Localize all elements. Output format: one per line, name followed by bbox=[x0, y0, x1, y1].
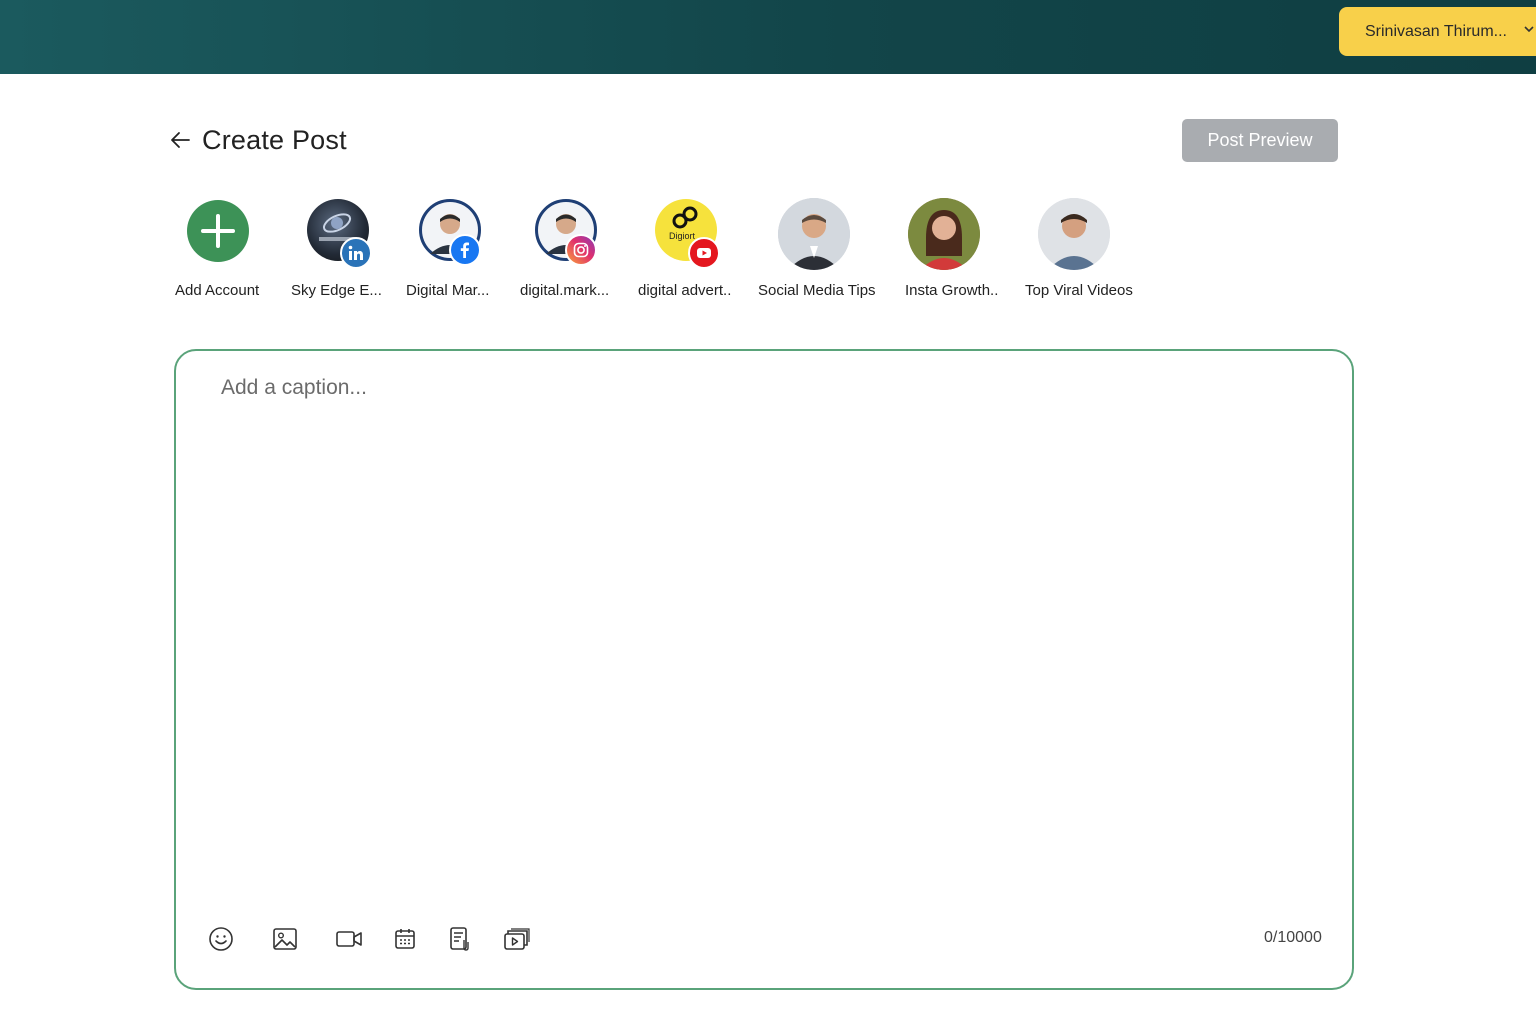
page-title: Create Post bbox=[202, 124, 347, 155]
avatar: Digiort bbox=[655, 199, 720, 269]
avatar bbox=[908, 198, 980, 270]
schedule-icon[interactable] bbox=[390, 924, 420, 954]
chevron-down-icon bbox=[1523, 23, 1535, 38]
account-digital-advert[interactable]: Digiort digital advert.. bbox=[638, 198, 731, 299]
avatar bbox=[419, 199, 481, 266]
avatar bbox=[1038, 198, 1110, 270]
account-digital-mar[interactable]: Digital Mar... bbox=[406, 198, 489, 299]
plus-icon[interactable] bbox=[187, 200, 249, 262]
linkedin-icon bbox=[340, 237, 372, 269]
account-label: digital.mark... bbox=[520, 282, 610, 299]
account-label: Top Viral Videos bbox=[1025, 282, 1133, 299]
instagram-icon bbox=[565, 234, 597, 266]
account-digital-mark[interactable]: digital.mark... bbox=[520, 198, 609, 299]
user-menu-button[interactable]: Srinivasan Thirum... bbox=[1339, 7, 1536, 56]
image-icon[interactable] bbox=[270, 924, 300, 954]
account-insta-growth[interactable]: Insta Growth.. bbox=[905, 198, 998, 299]
account-top-viral-videos[interactable]: Top Viral Videos bbox=[1025, 198, 1133, 299]
account-social-media-tips[interactable]: Social Media Tips bbox=[758, 198, 876, 299]
avatar bbox=[535, 199, 597, 266]
facebook-icon bbox=[449, 234, 481, 266]
avatar bbox=[778, 198, 850, 270]
account-label: Add Account bbox=[175, 282, 260, 299]
avatar bbox=[307, 199, 372, 269]
back-arrow-icon[interactable] bbox=[168, 128, 192, 152]
carousel-icon[interactable] bbox=[502, 924, 532, 954]
account-add[interactable]: Add Account bbox=[175, 198, 259, 299]
account-label: Sky Edge E... bbox=[291, 282, 382, 299]
account-label: Insta Growth.. bbox=[905, 282, 999, 299]
emoji-icon[interactable] bbox=[206, 924, 236, 954]
account-sky-edge[interactable]: Sky Edge E... bbox=[291, 198, 382, 299]
account-label: Social Media Tips bbox=[758, 282, 876, 299]
video-icon[interactable] bbox=[334, 924, 364, 954]
top-bar: Srinivasan Thirum... bbox=[0, 0, 1536, 74]
template-icon[interactable] bbox=[445, 924, 475, 954]
post-preview-button[interactable]: Post Preview bbox=[1182, 119, 1338, 162]
user-name: Srinivasan Thirum... bbox=[1365, 22, 1507, 40]
account-label: Digital Mar... bbox=[406, 282, 490, 299]
caption-input[interactable] bbox=[221, 376, 1301, 876]
caption-composer: 0/10000 bbox=[174, 349, 1354, 990]
character-counter: 0/10000 bbox=[1264, 929, 1322, 946]
youtube-icon bbox=[688, 237, 720, 269]
brand-logo-text: Digiort bbox=[669, 231, 696, 241]
account-label: digital advert.. bbox=[638, 282, 732, 299]
page-header: Create Post bbox=[168, 122, 347, 158]
